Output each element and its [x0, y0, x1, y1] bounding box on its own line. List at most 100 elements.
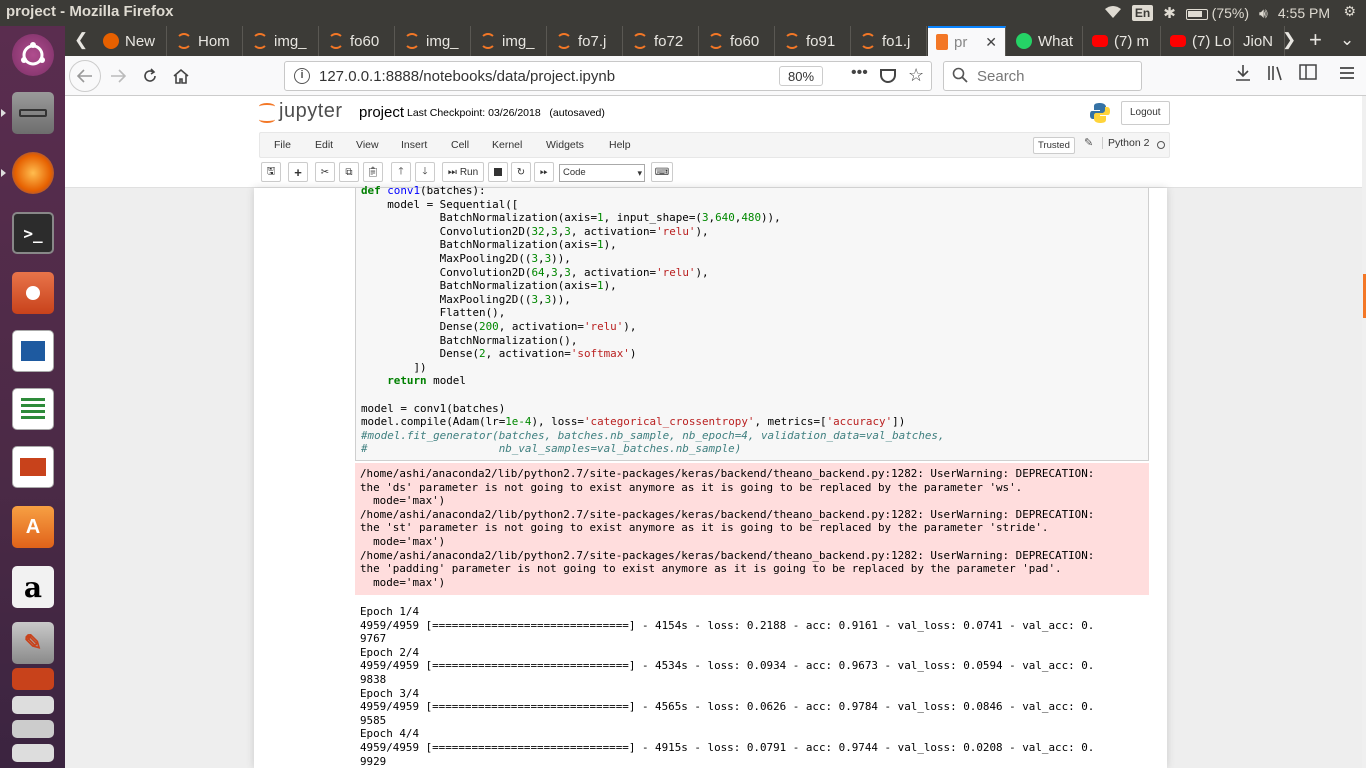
menu-file[interactable]: File: [274, 139, 291, 151]
system-top-bar: project - Mozilla Firefox En ✱ (75%) 🔊︎ …: [0, 0, 1366, 26]
impress-launcher[interactable]: [8, 326, 58, 376]
back-button[interactable]: [69, 60, 101, 92]
hamburger-menu-icon[interactable]: [1339, 64, 1355, 85]
menu-cell[interactable]: Cell: [451, 139, 469, 151]
cell-type-select[interactable]: Code: [559, 164, 645, 182]
tab-7[interactable]: fo7.j: [548, 26, 623, 56]
keyboard-language[interactable]: En: [1131, 5, 1154, 21]
url-text[interactable]: 127.0.0.1:8888/notebooks/data/project.ip…: [319, 68, 615, 85]
restart-button[interactable]: ↻: [511, 162, 531, 182]
menu-help[interactable]: Help: [609, 139, 631, 151]
zoom-indicator[interactable]: 80%: [779, 66, 824, 86]
launcher-item[interactable]: [8, 666, 58, 692]
settings-launcher[interactable]: ✎: [8, 618, 58, 668]
menu-view[interactable]: View: [356, 139, 379, 151]
firefox-icon: [103, 33, 119, 49]
pocket-icon[interactable]: [880, 69, 896, 83]
volume-icon[interactable]: 🔊︎: [1259, 5, 1268, 22]
file-manager-launcher[interactable]: [8, 268, 58, 318]
tab-scroll-right-icon[interactable]: ❯: [1282, 30, 1296, 50]
kernel-name[interactable]: Python 2: [1102, 137, 1149, 149]
calc-launcher[interactable]: [8, 384, 58, 434]
wifi-icon[interactable]: [1104, 5, 1122, 22]
menu-kernel[interactable]: Kernel: [492, 139, 522, 151]
jupyter-logo[interactable]: jupyter: [259, 100, 343, 123]
tab-3[interactable]: img_: [244, 26, 319, 56]
spreadsheet-icon: [12, 388, 54, 430]
menu-insert[interactable]: Insert: [401, 139, 427, 151]
library-icon[interactable]: [1267, 64, 1285, 87]
new-tab-button[interactable]: +: [1309, 27, 1322, 53]
search-icon: [952, 67, 968, 88]
info-icon[interactable]: i: [294, 68, 310, 84]
clock[interactable]: 4:55 PM: [1278, 5, 1330, 21]
bluetooth-icon[interactable]: ✱: [1163, 4, 1176, 22]
tab-2[interactable]: Hom: [168, 26, 243, 56]
reload-button[interactable]: [134, 60, 166, 92]
insert-cell-button[interactable]: +: [288, 162, 308, 182]
code-cell-input[interactable]: def conv1(batches): model = Sequential([…: [355, 184, 1149, 461]
tab-label: fo60: [350, 32, 380, 50]
logout-button[interactable]: Logout: [1121, 101, 1170, 125]
launcher-item[interactable]: [8, 742, 58, 764]
amazon-launcher[interactable]: a: [8, 562, 58, 612]
code-editor[interactable]: def conv1(batches): model = Sequential([…: [361, 184, 945, 456]
terminal-launcher[interactable]: >_: [8, 208, 58, 258]
menu-edit[interactable]: Edit: [315, 139, 333, 151]
impress-presentation-launcher[interactable]: [8, 442, 58, 492]
command-palette-button[interactable]: ⌨: [651, 162, 673, 182]
tab-scroll-left-icon[interactable]: ❮: [74, 30, 88, 50]
tab-16[interactable]: JioN: [1235, 26, 1285, 56]
trusted-indicator[interactable]: Trusted: [1033, 137, 1075, 154]
bookmark-star-icon[interactable]: ☆: [908, 65, 924, 86]
cut-button[interactable]: ✂: [315, 162, 335, 182]
tab-8[interactable]: fo72: [624, 26, 699, 56]
tab-12[interactable]: pr ✕: [928, 26, 1006, 56]
page-actions-icon[interactable]: •••: [851, 64, 868, 82]
app-icon: [12, 720, 54, 738]
notebook-name[interactable]: project: [359, 104, 404, 121]
search-bar[interactable]: Search: [943, 61, 1142, 91]
paste-button[interactable]: 📋︎: [363, 162, 383, 182]
menu-widgets[interactable]: Widgets: [546, 139, 584, 151]
page-scrollbar[interactable]: [1362, 96, 1366, 768]
pencil-icon[interactable]: ✎: [1084, 136, 1093, 149]
tab-11[interactable]: fo1.j: [852, 26, 927, 56]
ubuntu-dash-button[interactable]: [8, 30, 58, 80]
close-tab-icon[interactable]: ✕: [985, 34, 997, 51]
home-button[interactable]: [165, 60, 197, 92]
tab-label: (7) Lo: [1192, 32, 1232, 50]
save-button[interactable]: 🖫: [261, 162, 281, 182]
tab-6[interactable]: img_: [472, 26, 547, 56]
move-up-button[interactable]: 🡑: [391, 162, 411, 182]
tab-1[interactable]: New: [95, 26, 167, 56]
sidebar-icon[interactable]: [1299, 64, 1317, 85]
move-down-button[interactable]: 🡓: [415, 162, 435, 182]
paste-icon: 📋︎: [366, 166, 380, 178]
tab-4[interactable]: fo60: [320, 26, 395, 56]
system-tray: En ✱ (75%) 🔊︎ 4:55 PM ⚙: [1104, 0, 1366, 26]
launcher-item[interactable]: [8, 694, 58, 716]
system-menu-icon[interactable]: ⚙: [1343, 3, 1356, 20]
downloads-icon[interactable]: [1235, 64, 1251, 87]
software-center-launcher[interactable]: A: [8, 502, 58, 552]
copy-button[interactable]: ⧉: [339, 162, 359, 182]
amazon-icon: a: [12, 566, 54, 608]
restart-run-all-button[interactable]: ⏩︎: [534, 162, 554, 182]
run-button[interactable]: ⏭︎ Run: [442, 162, 484, 182]
url-bar[interactable]: i 127.0.0.1:8888/notebooks/data/project.…: [284, 61, 932, 91]
tab-5[interactable]: img_: [396, 26, 471, 56]
firefox-launcher[interactable]: [8, 148, 58, 198]
tab-label: fo72: [654, 32, 684, 50]
files-launcher[interactable]: [8, 88, 58, 138]
launcher-item[interactable]: [8, 718, 58, 740]
tab-15[interactable]: (7) Lo: [1162, 26, 1234, 56]
interrupt-button[interactable]: [488, 162, 508, 182]
forward-button[interactable]: [102, 60, 134, 92]
list-all-tabs-icon[interactable]: ⌄: [1340, 30, 1354, 50]
tab-9[interactable]: fo60: [700, 26, 775, 56]
tab-13[interactable]: What: [1008, 26, 1083, 56]
tab-10[interactable]: fo91: [776, 26, 851, 56]
tab-14[interactable]: (7) m: [1084, 26, 1161, 56]
battery-indicator[interactable]: (75%): [1185, 5, 1249, 21]
